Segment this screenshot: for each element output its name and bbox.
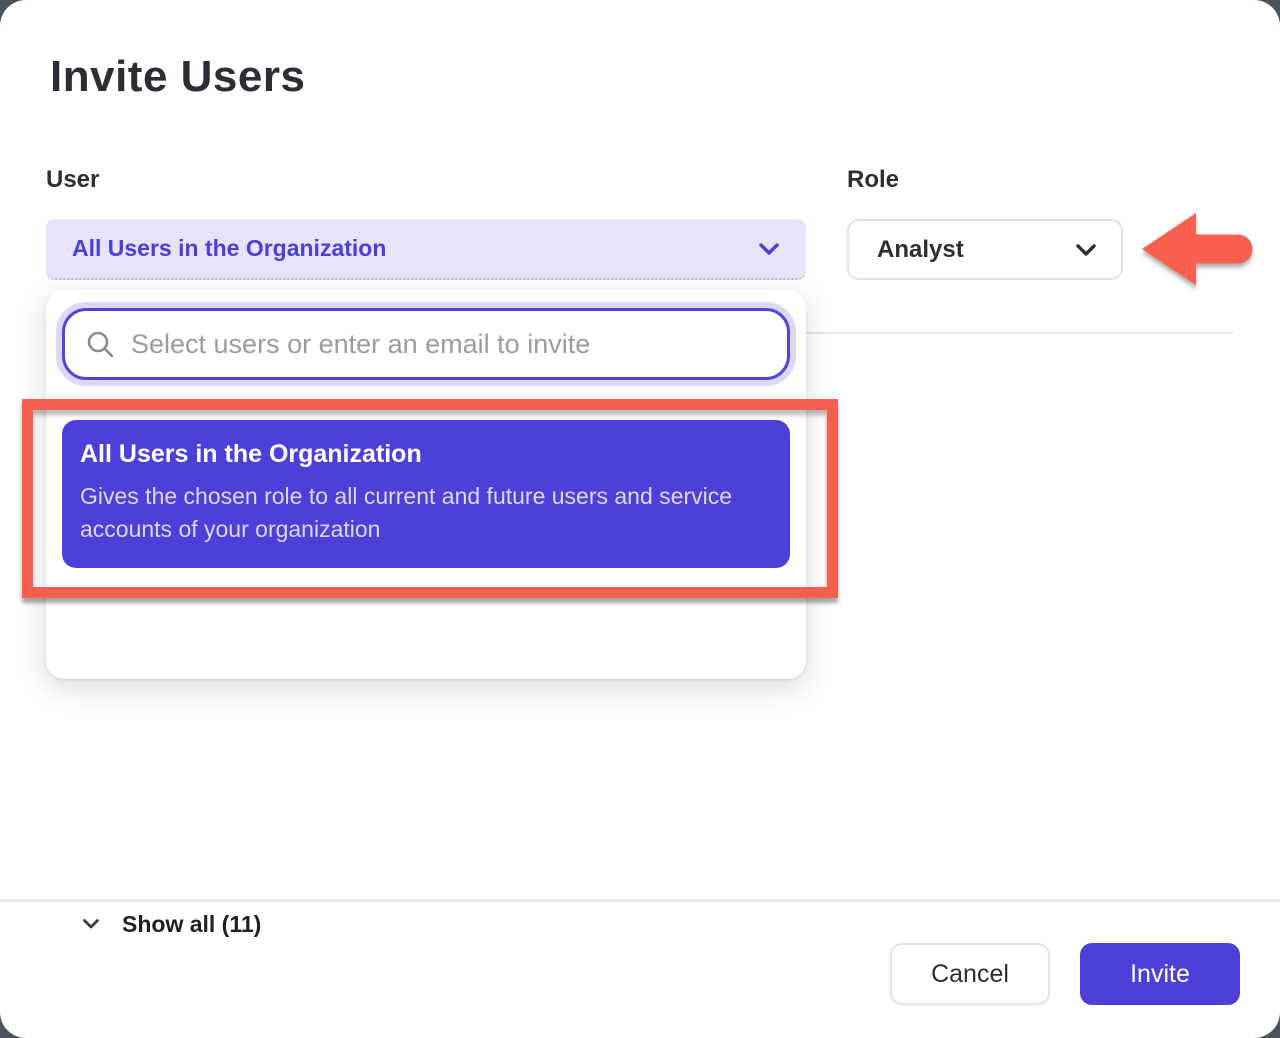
role-field-label: Role [847,166,899,194]
cancel-button[interactable]: Cancel [890,943,1050,1005]
show-all-label: Show all (11) [122,911,261,938]
user-search-input[interactable] [129,328,767,361]
option-all-users[interactable]: All Users in the Organization Gives the … [62,420,790,568]
search-icon [85,329,115,359]
show-all-toggle[interactable]: Show all (11) [46,898,806,950]
role-combobox-value: Analyst [877,236,1075,264]
invite-button[interactable]: Invite [1080,943,1240,1005]
option-description: Gives the chosen role to all current and… [80,480,760,546]
chevron-down-icon [1075,243,1097,257]
page-title: Invite Users [50,52,305,102]
chevron-down-icon [758,242,780,256]
user-combobox-value: All Users in the Organization [72,235,758,262]
role-combobox[interactable]: Analyst [847,219,1123,280]
user-combobox[interactable]: All Users in the Organization [46,219,806,280]
annotation-arrow-icon [1142,210,1254,288]
user-field-label: User [46,166,99,194]
invite-users-dialog: Invite Users User Role All Users in the … [0,0,1280,1038]
chevron-down-icon [82,918,100,930]
option-title: All Users in the Organization [80,440,772,469]
user-dropdown-panel: All Users in the Organization Gives the … [46,290,806,679]
user-search-box[interactable] [62,308,790,380]
